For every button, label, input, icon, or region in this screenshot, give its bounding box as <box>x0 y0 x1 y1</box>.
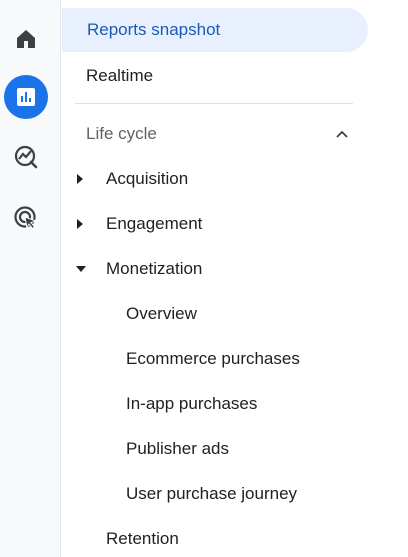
nav-group-acquisition-label: Acquisition <box>106 169 189 188</box>
home-icon[interactable] <box>4 17 48 61</box>
nav-item-publisher-ads[interactable]: Publisher ads <box>126 431 229 467</box>
reports-icon[interactable] <box>4 75 48 119</box>
nav-item-overview-label: Overview <box>126 304 197 323</box>
nav-group-retention-label: Retention <box>106 529 179 548</box>
reports-nav-panel: Reports snapshot Realtime Life cycle Acq… <box>61 0 408 557</box>
nav-item-ecommerce-purchases[interactable]: Ecommerce purchases <box>126 341 300 377</box>
nav-item-user-purchase-journey-label: User purchase journey <box>126 484 298 503</box>
nav-item-user-purchase-journey[interactable]: User purchase journey <box>126 476 297 512</box>
section-life-cycle-label: Life cycle <box>86 124 157 143</box>
chevron-up-icon[interactable] <box>336 128 348 140</box>
nav-group-engagement[interactable]: Engagement <box>106 206 202 242</box>
caret-right-icon[interactable] <box>74 218 86 230</box>
nav-group-retention[interactable]: Retention <box>106 521 179 557</box>
nav-item-in-app-purchases-label: In-app purchases <box>126 394 258 413</box>
nav-realtime[interactable]: Realtime <box>86 58 153 94</box>
nav-group-engagement-label: Engagement <box>106 214 203 233</box>
advertising-icon[interactable] <box>4 196 48 240</box>
caret-down-icon[interactable] <box>75 263 87 275</box>
nav-item-in-app-purchases[interactable]: In-app purchases <box>126 386 257 422</box>
nav-reports-snapshot-label: Reports snapshot <box>87 20 221 39</box>
left-nav-rail <box>0 0 61 557</box>
nav-divider <box>75 103 353 104</box>
nav-item-publisher-ads-label: Publisher ads <box>126 439 230 458</box>
nav-realtime-label: Realtime <box>86 66 154 85</box>
nav-reports-snapshot[interactable]: Reports snapshot <box>62 8 368 52</box>
nav-group-monetization-label: Monetization <box>106 259 203 278</box>
nav-item-overview[interactable]: Overview <box>126 296 197 332</box>
caret-right-icon[interactable] <box>74 173 86 185</box>
section-life-cycle[interactable]: Life cycle <box>86 116 356 152</box>
nav-item-ecommerce-purchases-label: Ecommerce purchases <box>126 349 300 368</box>
explore-icon[interactable] <box>4 135 48 179</box>
nav-group-acquisition[interactable]: Acquisition <box>106 161 188 197</box>
nav-group-monetization[interactable]: Monetization <box>106 251 202 287</box>
